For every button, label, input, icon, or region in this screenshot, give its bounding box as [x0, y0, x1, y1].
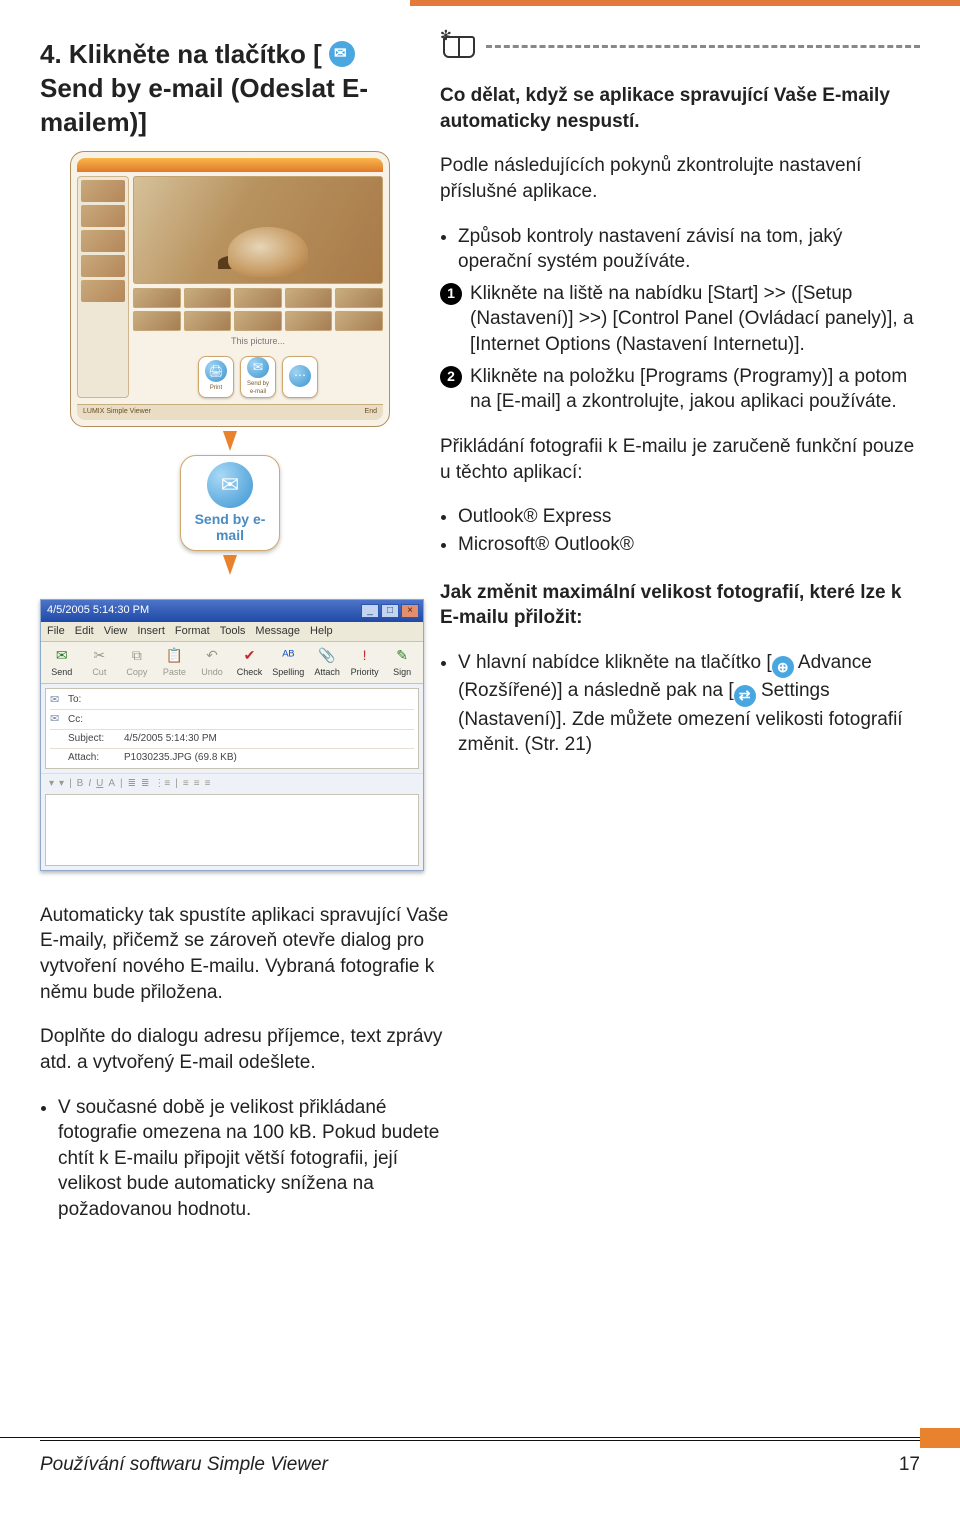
menu-item[interactable]: File [47, 624, 65, 639]
toolbar-check[interactable]: ✔Check [235, 646, 265, 678]
step-heading-prefix: 4. Klikněte na tlačítko [ [40, 39, 322, 69]
grid-cell[interactable] [234, 311, 282, 331]
menu-item[interactable]: Message [255, 624, 300, 639]
toolbar-attach[interactable]: 📎Attach [312, 646, 342, 678]
below-left-p2: Doplňte do dialogu adresu příjemce, text… [40, 1024, 460, 1075]
menu-item[interactable]: Help [310, 624, 333, 639]
grid-cell[interactable] [335, 311, 383, 331]
toolbar-cut[interactable]: ✂Cut [85, 646, 115, 678]
grid-cell[interactable] [184, 311, 232, 331]
toolbar-spelling[interactable]: ᴬᴮSpelling [272, 646, 304, 678]
how-body: V hlavní nabídce klikněte na tlačítko [⊕… [458, 650, 920, 758]
attach-field[interactable]: P1030235.JPG (69.8 KB) [124, 751, 414, 765]
arrow-down-icon [223, 555, 237, 575]
thumb[interactable] [81, 230, 125, 252]
toolbar-send[interactable]: ✉Send [47, 646, 77, 678]
step-number-icon: 1 [440, 283, 462, 305]
arrow-down-icon [223, 431, 237, 451]
close-icon[interactable]: × [401, 604, 419, 618]
grid-cell[interactable] [133, 288, 181, 308]
menu-item[interactable]: Tools [220, 624, 246, 639]
grid-cell[interactable] [133, 311, 181, 331]
tip-app-1: Outlook® Express [458, 504, 920, 530]
menu-item[interactable]: Format [175, 624, 210, 639]
advance-icon: ⊕ [772, 656, 794, 678]
big-send-button[interactable]: ✉ Send by e-mail [180, 455, 280, 551]
this-picture-label: This picture... [133, 335, 383, 347]
tip-intro-2: Způsob kontroly nastavení závisí na tom,… [458, 224, 920, 275]
menu-item[interactable]: Edit [75, 624, 94, 639]
cc-icon: ✉ [50, 712, 68, 727]
simple-viewer-screenshot: This picture... 🖨Print ✉Send bye-mail ⋯ … [70, 151, 390, 426]
mail-compose-window: 4/5/2005 5:14:30 PM _ □ × File Edit View… [40, 599, 424, 871]
mail-body[interactable] [45, 794, 419, 866]
toolbar-paste[interactable]: 📋Paste [160, 646, 190, 678]
thumb[interactable] [81, 255, 125, 277]
toolbar-priority[interactable]: !Priority [350, 646, 380, 678]
mail-toolbar: ✉Send ✂Cut ⧉Copy 📋Paste ↶Undo ✔Check ᴬᴮS… [41, 642, 423, 684]
below-left-p1: Automaticky tak spustíte aplikaci spravu… [40, 903, 460, 1006]
thumb[interactable] [81, 205, 125, 227]
tip-apps-intro: Přikládání fotografii k E-mailu je zaruč… [440, 434, 920, 485]
viewer-footer: LUMIX Simple Viewer End [77, 404, 383, 420]
how-heading: Jak změnit maximální velikost fotografií… [440, 580, 920, 631]
tip-step-2: Klikněte na položku [Programs (Programy)… [470, 366, 907, 413]
tip-step-1: Klikněte na liště na nabídku [Start] >> … [470, 283, 914, 355]
mail-format-bar: ▾▾|BIUA|≣≣⋮≡|≡≡≡ [41, 773, 423, 794]
grid-cell[interactable] [234, 288, 282, 308]
viewer-extra-button[interactable]: ⋯ [282, 356, 318, 398]
send-by-email-icon [329, 41, 355, 67]
settings-icon: ⇄ [734, 685, 756, 707]
tip-intro-1: Podle následujících pokynů zkontrolujte … [440, 153, 920, 204]
to-icon: ✉ [50, 693, 68, 708]
accent-bar [410, 0, 960, 6]
mail-window-title: 4/5/2005 5:14:30 PM [47, 603, 149, 618]
mail-titlebar: 4/5/2005 5:14:30 PM _ □ × [41, 600, 423, 622]
grid-cell[interactable] [285, 288, 333, 308]
viewer-print-button[interactable]: 🖨Print [198, 356, 234, 398]
viewer-footer-title: LUMIX Simple Viewer [83, 407, 151, 416]
viewer-header [77, 158, 383, 172]
mail-menubar[interactable]: File Edit View Insert Format Tools Messa… [41, 622, 423, 642]
attach-label: Attach: [68, 751, 124, 765]
viewer-bottom-grid [133, 288, 383, 331]
tip-app-2: Microsoft® Outlook® [458, 532, 920, 558]
viewer-send-email-button[interactable]: ✉Send bye-mail [240, 356, 276, 398]
below-left-p3: V současné době je velikost přikládané f… [58, 1095, 460, 1223]
viewer-main-photo [133, 176, 383, 284]
step-heading: 4. Klikněte na tlačítko [ Send by e-mail… [40, 38, 420, 139]
tip-book-icon: ✻ [440, 28, 478, 58]
menu-item[interactable]: Insert [137, 624, 165, 639]
menu-item[interactable]: View [104, 624, 128, 639]
viewer-thumb-strip [77, 176, 129, 397]
to-label: To: [68, 693, 124, 707]
tip-heading: Co dělat, když se aplikace spravující Va… [440, 83, 920, 134]
grid-cell[interactable] [285, 311, 333, 331]
page-number: 17 [899, 1452, 920, 1478]
maximize-icon[interactable]: □ [381, 604, 399, 618]
send-by-email-icon: ✉ [207, 462, 253, 508]
page-footer: Používání softwaru Simple Viewer 17 [0, 1437, 960, 1502]
grid-cell[interactable] [335, 288, 383, 308]
step-heading-suffix: Send by e-mail (Odeslat E-mailem)] [40, 73, 368, 137]
cc-label: Cc: [68, 713, 124, 727]
thumb[interactable] [81, 180, 125, 202]
toolbar-sign[interactable]: ✎Sign [387, 646, 417, 678]
footer-accent [920, 1428, 960, 1448]
step-number-icon: 2 [440, 366, 462, 388]
viewer-footer-right: End [365, 407, 377, 416]
subject-label: Subject: [68, 732, 124, 746]
footer-title: Používání softwaru Simple Viewer [40, 1452, 328, 1478]
toolbar-copy[interactable]: ⧉Copy [122, 646, 152, 678]
thumb[interactable] [81, 280, 125, 302]
subject-field[interactable]: 4/5/2005 5:14:30 PM [124, 732, 414, 746]
minimize-icon[interactable]: _ [361, 604, 379, 618]
grid-cell[interactable] [184, 288, 232, 308]
toolbar-undo[interactable]: ↶Undo [197, 646, 227, 678]
big-send-label: Send by e-mail [181, 512, 279, 543]
